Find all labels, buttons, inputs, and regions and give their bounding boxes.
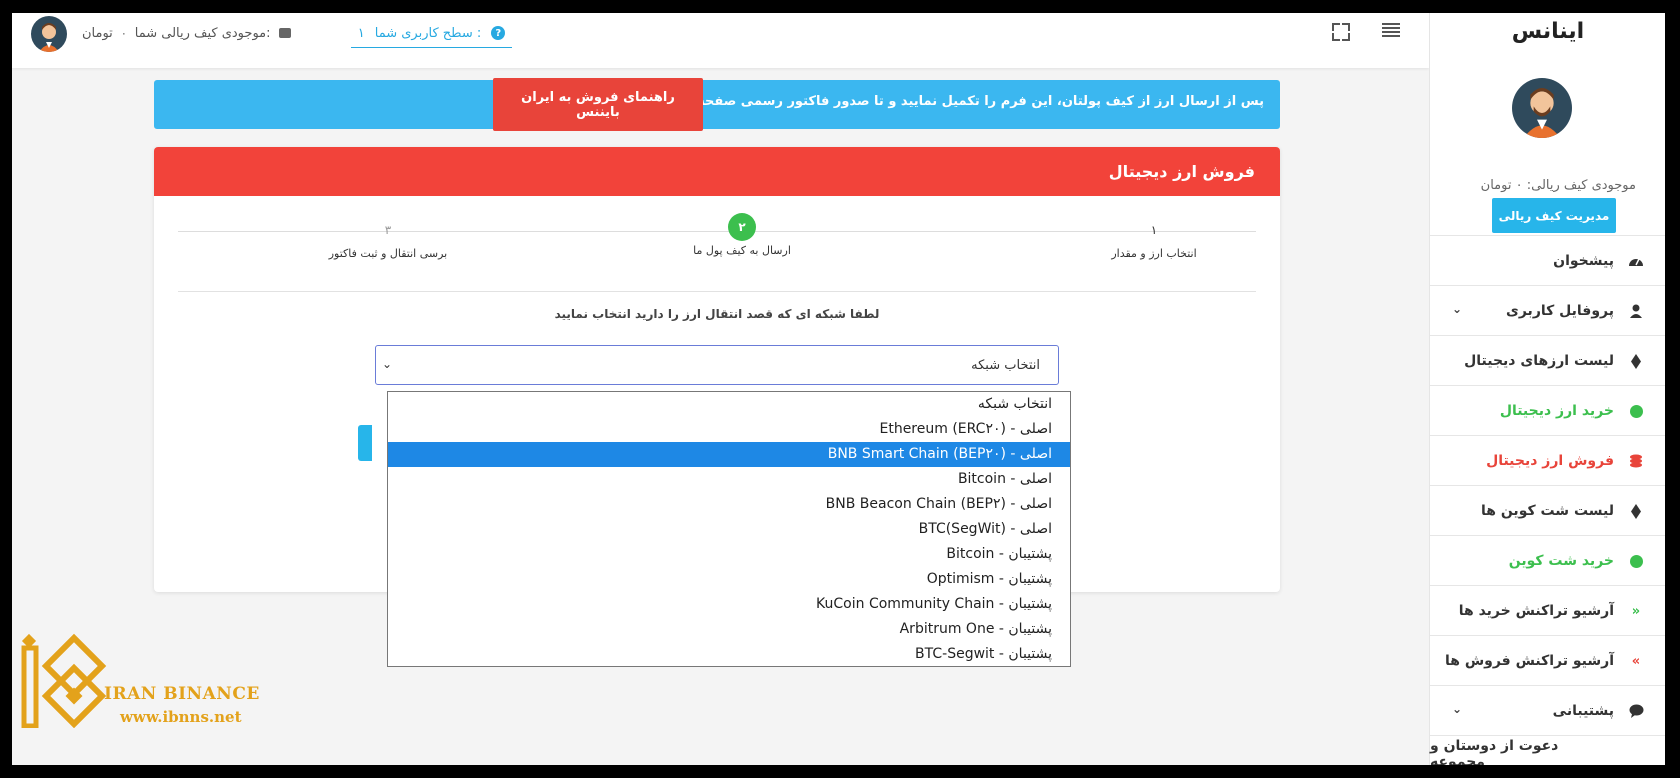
- sidebar-item-label: پیشخوان: [1553, 252, 1614, 269]
- sidebar-item-label: لیست شت کوین ها: [1481, 502, 1614, 519]
- step-number: ۳: [384, 223, 392, 237]
- watermark-url: www.ibnns.net: [120, 708, 242, 726]
- network-prompt: لطفا شبکه ای که قصد انتقال ارز را دارید …: [554, 307, 880, 321]
- user-icon: [1628, 303, 1644, 319]
- coins-stack-icon: [1628, 453, 1644, 469]
- sidebar-item-support[interactable]: پشتیبانی ⌄: [1430, 685, 1665, 735]
- step-number-active: ۲: [728, 213, 756, 241]
- user-level[interactable]: ۱ سطح کاربری شما : ?: [351, 19, 512, 48]
- sidebar-item-buy-crypto[interactable]: خرید ارز دیجیتال: [1430, 385, 1665, 435]
- dropdown-option[interactable]: Ethereum (ERC۲۰) - اصلی: [388, 417, 1070, 442]
- sell-guide-button[interactable]: راهنمای فروش به ایران بایننس: [493, 78, 703, 131]
- chevron-down-icon[interactable]: ⌄: [1452, 302, 1462, 316]
- dropdown-option[interactable]: انتخاب شبکه: [388, 392, 1070, 417]
- sidebar-item-invite[interactable]: دعوت از دوستان و مجموعه: [1430, 735, 1665, 765]
- ethereum-icon: [1628, 353, 1644, 369]
- sidebar-item-sell-archive[interactable]: « آرشیو تراکنش فروش ها: [1430, 635, 1665, 685]
- level-value: ۱: [357, 25, 365, 41]
- next-button[interactable]: [358, 425, 372, 461]
- user-avatar[interactable]: [31, 16, 67, 52]
- wallet-unit: تومان: [82, 25, 113, 41]
- sidebar-item-dashboard[interactable]: پیشخوان: [1430, 235, 1665, 285]
- network-select[interactable]: انتخاب شبکه ⌄: [375, 345, 1059, 385]
- card-title: فروش ارز دیجیتال: [154, 147, 1280, 196]
- step-label: انتخاب ارز و مقدار: [1111, 247, 1197, 260]
- question-icon[interactable]: ?: [491, 26, 506, 40]
- wallet-amount: ۰: [120, 26, 127, 40]
- top-bar: تومان ۰ موجودی کیف ریالی شما: ۱ سطح کارب…: [12, 13, 1429, 68]
- card-divider: [178, 291, 1256, 292]
- sidebar-item-crypto-list[interactable]: لیست ارزهای دیجیتال: [1430, 335, 1665, 385]
- sidebar-item-label: خرید ارز دیجیتال: [1499, 402, 1614, 419]
- buy-coin-icon: [1628, 403, 1644, 419]
- dropdown-option[interactable]: BTC-Segwit - پشتیبان: [388, 642, 1070, 667]
- sidebar-item-shitcoin-list[interactable]: لیست شت کوین ها: [1430, 485, 1665, 535]
- step-2: ۲ ارسال به کیف پول ما: [642, 213, 842, 257]
- sidebar-wallet-text: موجودی کیف ریالی: ۰ تومان: [1480, 178, 1636, 193]
- sidebar-item-label: خرید شت کوین: [1508, 552, 1614, 569]
- dropdown-option[interactable]: BTC(SegWit) - اصلی: [388, 517, 1070, 542]
- profile-avatar[interactable]: [1512, 78, 1572, 138]
- step-label: برسی انتقال و ثبت فاکتور: [328, 247, 448, 260]
- sidebar-item-label: پروفایل کاربری: [1506, 302, 1614, 319]
- dropdown-option[interactable]: Bitcoin - اصلی: [388, 467, 1070, 492]
- dashboard-icon: [1628, 253, 1644, 269]
- sidebar-item-profile[interactable]: پروفایل کاربری ⌄: [1430, 285, 1665, 335]
- sidebar-nav: پیشخوان پروفایل کاربری ⌄ لیست ارزهای دیج…: [1430, 235, 1665, 765]
- wallet-balance: تومان ۰ موجودی کیف ریالی شما:: [82, 23, 291, 43]
- dropdown-option-selected[interactable]: BNB Smart Chain (BEP۲۰) - اصلی: [388, 442, 1070, 467]
- wallet-icon: [278, 28, 291, 38]
- buy-coin-icon: [1628, 553, 1644, 569]
- sidebar-item-buy-shitcoin[interactable]: خرید شت کوین: [1430, 535, 1665, 585]
- sidebar-item-label: لیست ارزهای دیجیتال: [1464, 352, 1614, 369]
- sidebar-item-sell-crypto[interactable]: فروش ارز دیجیتال: [1430, 435, 1665, 485]
- dropdown-option[interactable]: Optimism - پشتیبان: [388, 567, 1070, 592]
- sidebar-item-label: دعوت از دوستان و مجموعه: [1430, 738, 1559, 765]
- sidebar-item-label: آرشیو تراکنش خرید ها: [1458, 602, 1614, 619]
- brand-name[interactable]: اینانس: [1430, 19, 1665, 44]
- sidebar-item-label: آرشیو تراکنش فروش ها: [1444, 652, 1614, 669]
- manage-wallet-button[interactable]: مدیریت کیف ریالی: [1492, 198, 1616, 233]
- network-select-value: انتخاب شبکه: [971, 358, 1040, 373]
- step-number: ۱: [1150, 223, 1158, 237]
- step-3: ۳ برسی انتقال و ثبت فاکتور: [288, 223, 488, 260]
- chevron-down-icon: ⌄: [382, 357, 393, 371]
- info-banner: پس از ارسال ارز از کیف پولتان، این فرم ر…: [154, 80, 1280, 129]
- network-dropdown-list[interactable]: انتخاب شبکه Ethereum (ERC۲۰) - اصلی BNB …: [387, 391, 1071, 667]
- wallet-label: موجودی کیف ریالی شما:: [134, 25, 271, 41]
- chevron-down-icon[interactable]: ⌄: [1452, 702, 1462, 716]
- step-1: ۱ انتخاب ارز و مقدار: [1054, 223, 1254, 260]
- sidebar-item-label: فروش ارز دیجیتال: [1486, 452, 1614, 469]
- chat-icon: [1628, 703, 1644, 719]
- fullscreen-icon[interactable]: [1332, 23, 1350, 41]
- dropdown-option[interactable]: Arbitrum One - پشتیبان: [388, 617, 1070, 642]
- ethereum-icon: [1628, 503, 1644, 519]
- hamburger-menu-icon[interactable]: [1382, 23, 1400, 37]
- sidebar-item-buy-archive[interactable]: » آرشیو تراکنش خرید ها: [1430, 585, 1665, 635]
- double-chevron-down-icon: »: [1631, 603, 1641, 619]
- level-label: سطح کاربری شما :: [374, 25, 482, 41]
- watermark-name: IRAN BINANCE: [104, 684, 260, 704]
- sidebar: اینانس موجودی کیف ریالی: ۰ تومان مدیریت …: [1429, 13, 1665, 765]
- double-chevron-up-icon: «: [1631, 653, 1641, 669]
- dropdown-option[interactable]: KuCoin Community Chain - پشتیبان: [388, 592, 1070, 617]
- dropdown-option[interactable]: BNB Beacon Chain (BEP۲) - اصلی: [388, 492, 1070, 517]
- step-label: ارسال به کیف پول ما: [693, 244, 791, 257]
- dropdown-option[interactable]: Bitcoin - پشتیبان: [388, 542, 1070, 567]
- sidebar-item-label: پشتیبانی: [1552, 702, 1614, 719]
